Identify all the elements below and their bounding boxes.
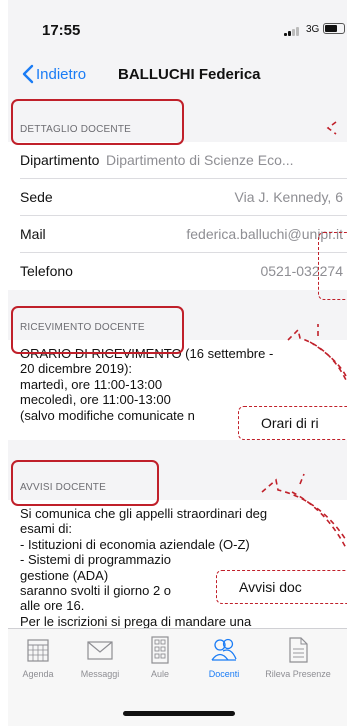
home-indicator [123, 711, 235, 716]
envelope-icon [87, 641, 113, 660]
text-line: 20 dicembre 2019): [20, 361, 133, 377]
tab-label: Rileva Presenze [265, 669, 331, 679]
row-value: Dipartimento di Scienze Eco... [106, 152, 294, 168]
battery-icon [323, 23, 345, 34]
tab-aule[interactable]: Aule [130, 635, 190, 679]
text-line: - Sistemi di programmazio [20, 552, 171, 568]
chevron-left-icon [22, 64, 34, 84]
network-type: 3G [306, 24, 320, 35]
tab-rileva-presenze[interactable]: Rileva Presenze [256, 635, 340, 679]
avvisi-text: Si comunica che gli appelli straordinari… [8, 500, 347, 628]
detail-row-telefono[interactable]: Telefono 0521-032274 [20, 253, 347, 290]
row-label: Dipartimento [20, 152, 100, 168]
document-icon [289, 637, 308, 663]
text-line: martedì, ore 11:00-13:00 [20, 376, 163, 392]
dettaglio-group: Dipartimento Dipartimento di Scienze Eco… [8, 142, 347, 290]
back-label: Indietro [36, 65, 87, 83]
highlight-dettaglio [11, 99, 184, 145]
nav-bar: Indietro BALLUCHI Federica [8, 54, 347, 94]
highlight-ricevimento [11, 306, 184, 354]
text-line: Si comunica che gli appelli straordinari… [20, 506, 268, 521]
tab-agenda[interactable]: Agenda [8, 635, 68, 679]
detail-row-mail[interactable]: Mail federica.balluchi@unipr.it [20, 216, 347, 253]
tab-label: Messaggi [80, 669, 120, 679]
people-icon [211, 638, 237, 661]
calendar-icon [27, 639, 49, 662]
highlight-avvisi [11, 460, 159, 506]
row-label: Telefono [20, 263, 73, 279]
callout-box-avvisi: Avvisi doc [216, 570, 347, 604]
tab-docenti[interactable]: Docenti [194, 635, 254, 679]
status-time: 17:55 [42, 22, 81, 39]
tab-bar: Agenda Messaggi Aule Docenti Rileva Pres… [8, 628, 347, 726]
text-line: - Istituzioni di economia aziendale (O-Z… [20, 536, 250, 552]
row-label: Mail [20, 226, 46, 242]
tab-label: Aule [150, 669, 169, 679]
callout-box-orari: Orari di ri [238, 406, 347, 440]
row-label: Sede [20, 189, 53, 205]
signal-icon [284, 26, 302, 36]
text-line: esami di: [20, 521, 73, 537]
tab-messaggi[interactable]: Messaggi [70, 635, 130, 679]
tab-label: Docenti [208, 669, 240, 679]
callout-box-contatti [318, 232, 347, 300]
row-value: Via J. Kennedy, 6 [234, 189, 343, 205]
back-button[interactable]: Indietro [22, 64, 86, 84]
tab-label: Agenda [22, 669, 54, 679]
building-icon [151, 636, 169, 664]
status-bar: 17:55 3G [8, 0, 347, 54]
page-title: BALLUCHI Federica [118, 66, 261, 83]
detail-row-dipartimento[interactable]: Dipartimento Dipartimento di Scienze Eco… [20, 142, 347, 179]
text-line: Per le iscrizioni si prega di mandare un… [20, 613, 252, 628]
detail-row-sede[interactable]: Sede Via J. Kennedy, 6 [20, 179, 347, 216]
